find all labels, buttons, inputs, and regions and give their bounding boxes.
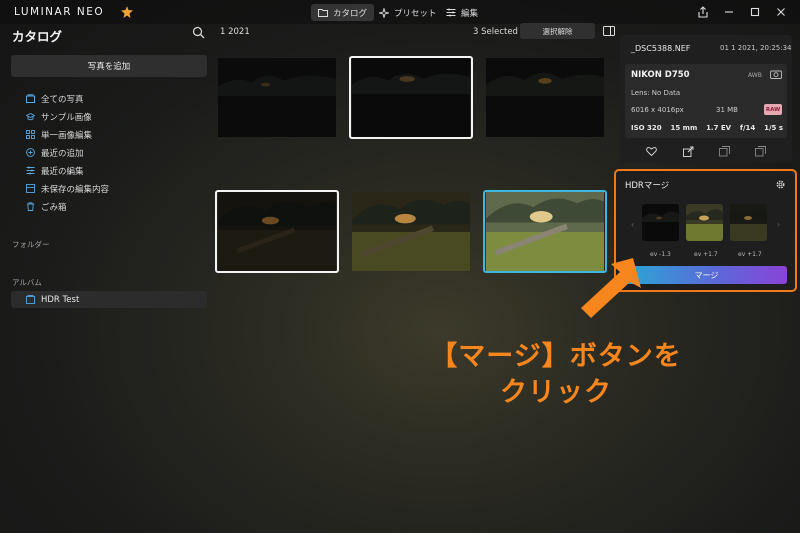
hdr-ev-label: ev +1.7 (694, 251, 718, 258)
photo-image (730, 204, 767, 241)
hdr-ev-label: ev -1.3 (650, 251, 671, 258)
sidebar-item-recently-added[interactable]: 最近の追加 (26, 145, 84, 160)
graduation-cap-icon (26, 112, 35, 121)
date-group-label: 1 2021 (220, 27, 250, 37)
logo-mark-icon (121, 6, 133, 18)
hdr-ev-label: ev +1.7 (738, 251, 762, 258)
copy-icon[interactable] (719, 146, 730, 157)
hdr-source-thumbnail[interactable] (686, 204, 723, 241)
photo-thumbnail[interactable] (349, 56, 473, 139)
app-logo: LUMINAR NEO (14, 6, 105, 18)
albums-section-label: アルバム (12, 278, 42, 287)
file-size: 31 MB (716, 106, 738, 114)
sidebar-item-label: ごみ箱 (41, 202, 67, 213)
sidebar-item-label: 最近の追加 (41, 148, 84, 159)
unsaved-icon (26, 184, 35, 193)
lens-info: Lens: No Data (631, 89, 681, 97)
annotation-text: 【マージ】ボタンを クリック (406, 339, 706, 411)
photo-thumbnail[interactable] (349, 190, 473, 273)
minimize-icon[interactable] (722, 5, 736, 19)
camera-icon (770, 70, 782, 79)
annotation-line-2: クリック (500, 377, 612, 408)
heart-icon[interactable] (646, 146, 657, 157)
white-balance-label: AWB (748, 72, 762, 79)
chevron-right-icon[interactable]: › (777, 220, 780, 229)
photo-image (351, 58, 471, 137)
trash-icon (27, 202, 34, 211)
panel-toggle-icon[interactable] (602, 24, 616, 38)
file-name: _DSC5388.NEF (631, 44, 691, 53)
sidebar-item-label: 単一画像編集 (41, 130, 93, 141)
tab-catalog-label: カタログ (333, 8, 368, 19)
file-date: 01 1 2021, 20:25:34 (720, 44, 792, 52)
album-icon (26, 295, 35, 304)
photo-image (217, 192, 337, 271)
annotation-line-1: 【マージ】ボタンを (430, 341, 682, 372)
hdr-panel-title: HDRマージ (625, 181, 670, 191)
exif-iso: ISO 320 (631, 124, 662, 132)
photos-icon (26, 94, 35, 103)
close-icon[interactable] (774, 5, 788, 19)
share-icon[interactable] (696, 5, 710, 19)
photo-thumbnail[interactable] (483, 56, 607, 139)
exif-exposure-comp: 1.7 EV (706, 124, 732, 132)
folders-section-label: フォルダー (12, 240, 50, 249)
exif-row: ISO 320 15 mm 1.7 EV f/14 1/5 s (631, 124, 783, 132)
sidebar-item-recently-edited[interactable]: 最近の編集 (26, 163, 84, 178)
photo-thumbnail[interactable] (215, 56, 339, 139)
sidebar-item-label: サンプル画像 (41, 112, 92, 123)
page-title: カタログ (12, 29, 63, 44)
raw-badge: RAW (764, 104, 782, 115)
maximize-icon[interactable] (748, 5, 762, 19)
tab-catalog[interactable]: カタログ (311, 4, 375, 21)
plus-circle-icon (26, 148, 35, 157)
add-photo-button[interactable]: 写真を追加 (11, 55, 207, 77)
sparkle-icon (379, 7, 389, 18)
photo-thumbnail[interactable] (215, 190, 339, 273)
sliders-icon (446, 8, 456, 17)
sidebar-item-all-photos[interactable]: 全ての写真 (26, 91, 84, 106)
folder-icon (318, 9, 328, 17)
photo-image (642, 204, 679, 241)
photo-image (217, 58, 337, 137)
sidebar-item-unsaved[interactable]: 未保存の編集内容 (26, 181, 109, 196)
exif-shutter: 1/5 s (764, 124, 783, 132)
hdr-source-thumbnail[interactable] (642, 204, 679, 241)
exif-focal-length: 15 mm (670, 124, 698, 132)
camera-model: NIKON D750 (631, 70, 690, 80)
deselect-button[interactable]: 選択解除 (520, 23, 595, 39)
tab-edit-label: 編集 (461, 8, 479, 19)
exif-aperture: f/14 (739, 124, 756, 132)
sliders-icon (26, 166, 35, 175)
grid-icon (26, 130, 35, 139)
selected-count: 3 Selected (473, 27, 518, 37)
sidebar-item-album-hdr-test[interactable]: HDR Test (26, 291, 79, 308)
photo-image (351, 192, 471, 271)
gear-icon[interactable] (775, 179, 786, 190)
sidebar-item-label: 最近の編集 (41, 166, 84, 177)
merge-button[interactable]: マージ (626, 266, 787, 284)
sidebar-item-label: 全ての写真 (41, 94, 84, 105)
sidebar-item-single-edits[interactable]: 単一画像編集 (26, 127, 92, 142)
sidebar-item-trash[interactable]: ごみ箱 (26, 199, 67, 214)
album-label: HDR Test (41, 294, 80, 305)
chevron-left-icon[interactable]: ‹ (631, 220, 634, 229)
hdr-source-thumbnail[interactable] (730, 204, 767, 241)
tab-edit[interactable]: 編集 (439, 4, 485, 21)
sidebar-item-label: 未保存の編集内容 (41, 184, 110, 195)
tab-presets[interactable]: プリセット (372, 4, 444, 21)
sidebar-item-samples[interactable]: サンプル画像 (26, 109, 92, 124)
paste-icon[interactable] (755, 146, 766, 157)
image-dimensions: 6016 x 4016px (631, 106, 684, 114)
search-icon[interactable] (192, 26, 205, 39)
export-icon[interactable] (683, 146, 694, 157)
tab-presets-label: プリセット (394, 8, 437, 19)
photo-image (686, 204, 723, 241)
photo-image (485, 58, 605, 137)
callout-arrow (581, 258, 641, 318)
